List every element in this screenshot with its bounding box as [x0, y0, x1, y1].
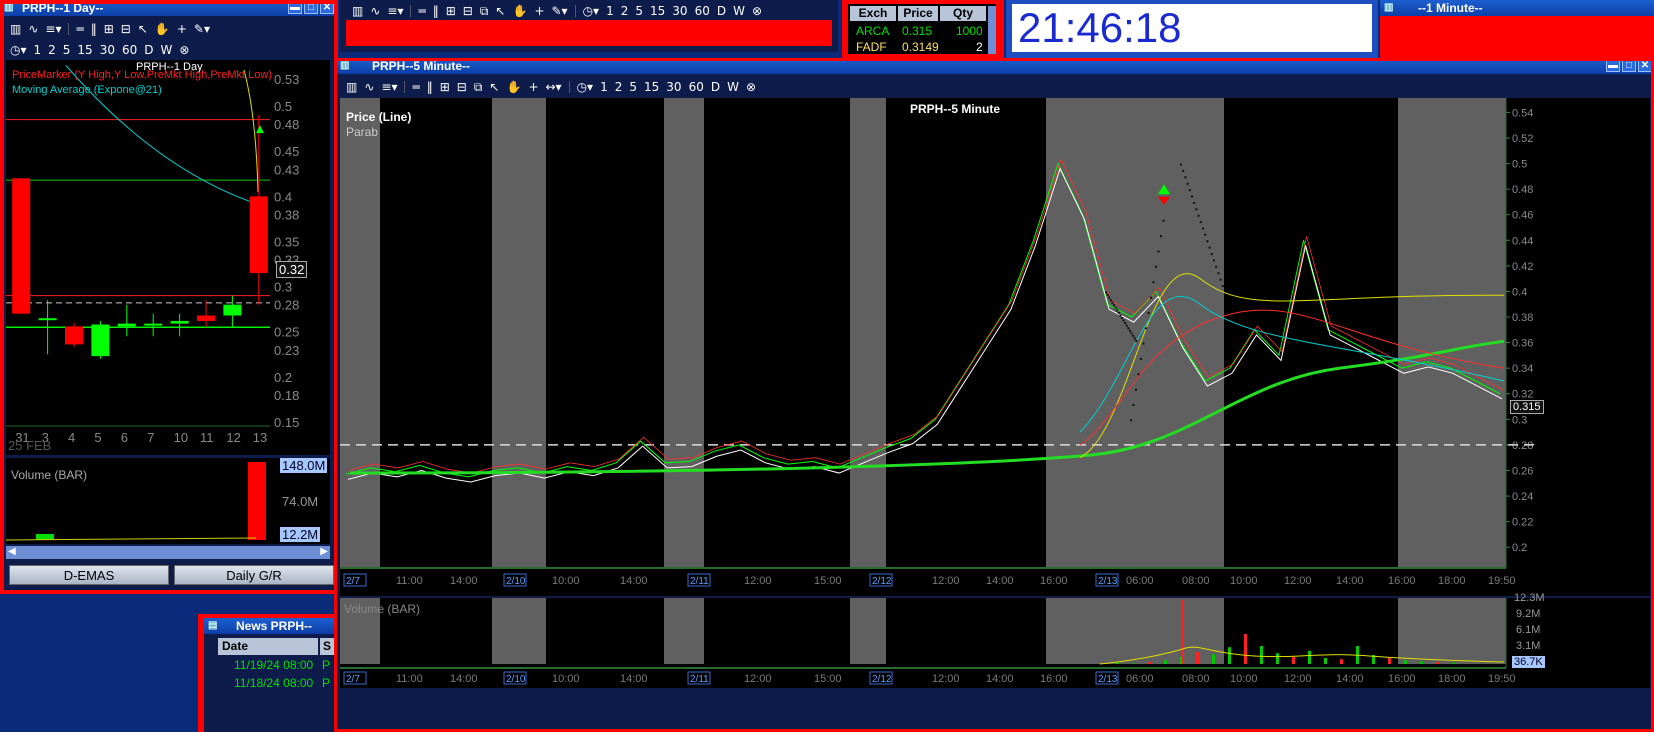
period-5[interactable]: 5: [633, 4, 645, 18]
quote-row-qty[interactable]: 1000: [956, 24, 983, 38]
drawing-tools-icon[interactable]: ≡▾: [385, 4, 405, 18]
quote-header-exch: Exch: [850, 6, 896, 21]
level2-quote-window: Exch Price Qty ARCA 0.315 1000 FADF 0.31…: [842, 0, 1004, 58]
period-30[interactable]: 30: [670, 4, 689, 18]
period-w[interactable]: W: [731, 4, 747, 18]
quote-scrollbar[interactable]: [988, 6, 996, 54]
news-header-date[interactable]: Date: [218, 638, 318, 655]
lines-icon[interactable]: ═: [416, 4, 427, 18]
quote-row-exch[interactable]: FADF: [856, 40, 887, 54]
clock-display: 21:46:18: [1012, 4, 1372, 52]
pencil-icon[interactable]: ✎▾: [550, 4, 570, 18]
quote-header-qty: Qty: [940, 6, 986, 21]
news-inner: ▤ News PRPH-- Date S 11/19/24 08:00 P 11…: [204, 618, 336, 732]
news-title: News PRPH--: [236, 619, 313, 633]
quote-row-price[interactable]: 0.3149: [902, 40, 939, 54]
indicator-icon[interactable]: ∿: [368, 4, 382, 18]
hand-icon[interactable]: ✋: [510, 4, 529, 18]
period-60[interactable]: 60: [693, 4, 712, 18]
chart-icon: ▥: [1384, 2, 1394, 13]
clock-icon[interactable]: ◷▾: [581, 4, 602, 18]
five-min-red-frame: [334, 58, 1654, 732]
one-minute-titlebar[interactable]: ▥ --1 Minute--: [1380, 0, 1654, 16]
sync-icon[interactable]: ⧉: [478, 4, 491, 19]
main-toolbar: ▥ ∿ ≡▾ ═ ‖ ⊞ ⊟ ⧉ ↖ ✋ + ✎▾ ◷▾ 1 2 5 15 30…: [346, 2, 832, 20]
one-minute-title: --1 Minute--: [1418, 1, 1483, 15]
period-15[interactable]: 15: [648, 4, 667, 18]
split-icon[interactable]: ⊟: [461, 4, 475, 18]
top-toolbar-window: ▥ ∿ ≡▾ ═ ‖ ⊞ ⊟ ⧉ ↖ ✋ + ✎▾ ◷▾ 1 2 5 15 30…: [340, 0, 838, 52]
news-row-source[interactable]: P: [322, 676, 330, 690]
period-1[interactable]: 1: [604, 4, 616, 18]
period-d[interactable]: D: [715, 4, 728, 18]
layout-icon[interactable]: ⊞: [444, 4, 458, 18]
quote-row-price[interactable]: 0.315: [902, 24, 932, 38]
crosshair-icon[interactable]: +: [532, 4, 546, 18]
quote-header-price: Price: [898, 6, 938, 21]
one-minute-window: ▥ --1 Minute--: [1380, 0, 1654, 58]
news-titlebar[interactable]: ▤ News PRPH--: [204, 618, 336, 634]
daily-red-frame: [0, 0, 338, 594]
chart-type-icon[interactable]: ▥: [350, 4, 365, 18]
clock-window: 21:46:18: [1006, 0, 1378, 58]
news-row-source[interactable]: P: [322, 658, 330, 672]
quote-row-qty[interactable]: 2: [976, 40, 983, 54]
symbol-entry-bar[interactable]: [346, 20, 832, 46]
news-row-date[interactable]: 11/18/24 08:00: [234, 676, 313, 690]
quote-row-exch[interactable]: ARCA: [856, 24, 889, 38]
pause-icon[interactable]: ‖: [431, 4, 441, 18]
quote-panel: Exch Price Qty ARCA 0.315 1000 FADF 0.31…: [848, 4, 996, 54]
news-window: ▤ News PRPH-- Date S 11/19/24 08:00 P 11…: [198, 614, 336, 732]
news-row-date[interactable]: 11/19/24 08:00: [234, 658, 313, 672]
news-icon: ▤: [208, 620, 218, 631]
period-2[interactable]: 2: [619, 4, 631, 18]
cursor-icon[interactable]: ↖: [493, 4, 507, 18]
cancel-circle-icon[interactable]: ⊗: [750, 4, 764, 18]
